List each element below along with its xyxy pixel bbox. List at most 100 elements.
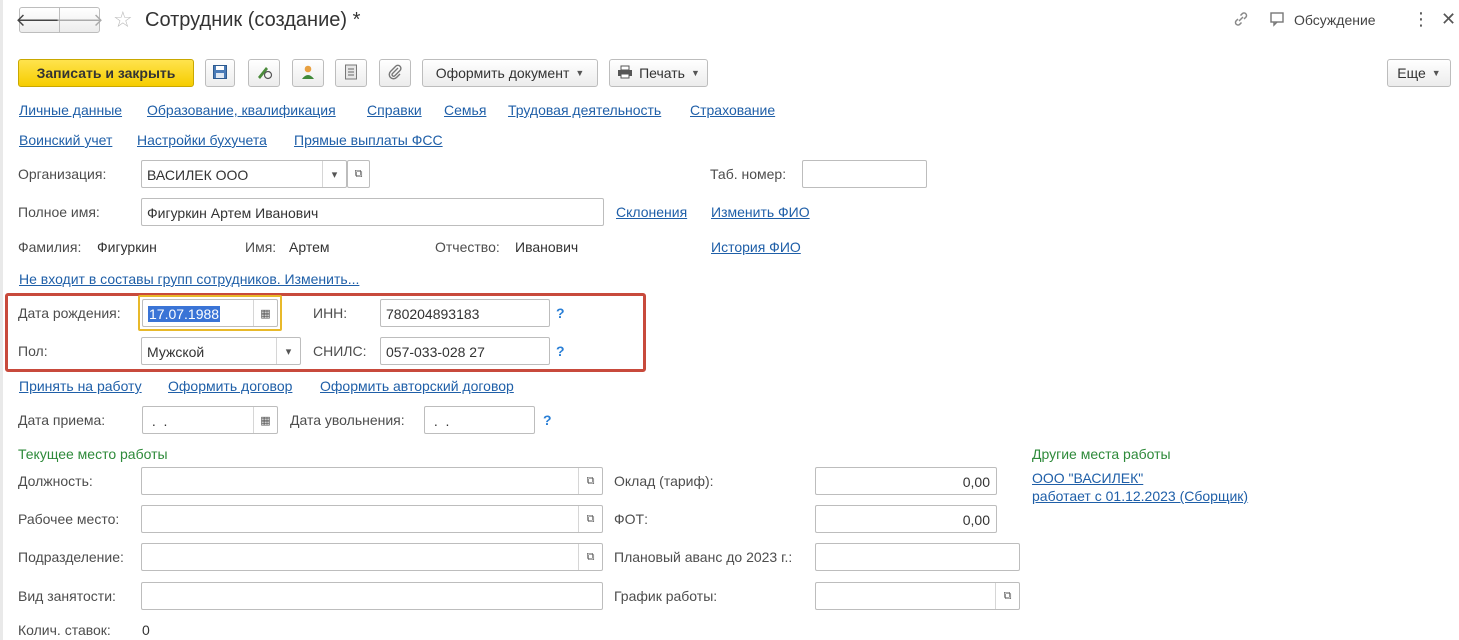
link-icon[interactable] [1232,10,1250,33]
department-label: Подразделение: [18,549,124,565]
salary-field[interactable]: 0,00 [815,467,997,495]
inn-label: ИНН: [313,305,348,321]
open-icon[interactable]: ⧉ [578,468,602,494]
workplace-label: Рабочее место: [18,511,120,527]
post-button[interactable] [248,59,280,87]
open-icon[interactable]: ⧉ [578,506,602,532]
close-icon[interactable]: ✕ [1441,9,1456,29]
list-button[interactable] [335,59,367,87]
dismissal-date-field[interactable]: . . [424,406,535,434]
nav-link-personal-data[interactable]: Личные данные [19,101,122,119]
chevron-down-icon[interactable]: ▾ [322,161,346,187]
name-history-link[interactable]: История ФИО [711,238,801,256]
hire-date-field[interactable]: . . ▦ [142,406,278,434]
nav-link-military[interactable]: Воинский учет [19,131,112,149]
employee-groups-link[interactable]: Не входит в составы групп сотрудников. И… [19,270,359,288]
employment-type-label: Вид занятости: [18,588,116,604]
schedule-label: График работы: [614,588,718,604]
forward-button[interactable]: 🡒 [55,7,104,33]
snils-field[interactable]: 057-033-028 27 [380,337,550,365]
calendar-icon[interactable]: ▦ [253,300,277,326]
employment-type-field[interactable] [141,582,603,610]
more-button[interactable]: Еще ▼ [1387,59,1451,87]
save-and-close-button[interactable]: Записать и закрыть [18,59,194,87]
other-workplace-info-link[interactable]: работает с 01.12.2023 (Сборщик) [1032,487,1248,505]
rate-count-value: 0 [142,622,150,638]
patronymic-label: Отчество: [435,239,500,255]
nav-link-insurance[interactable]: Страхование [690,101,775,119]
page-title: Сотрудник (создание) * [145,9,361,31]
snils-help-icon[interactable]: ? [556,342,565,360]
organization-open-button[interactable]: ⧉ [347,160,370,188]
paperclip-icon [387,64,403,83]
nav-link-work-history[interactable]: Трудовая деятельность [508,101,661,119]
position-field[interactable]: ⧉ [141,467,603,495]
hire-date-label: Дата приема: [18,412,106,428]
surname-value: Фигуркин [97,239,157,255]
printer-icon [617,65,633,82]
advance-field[interactable] [815,543,1020,571]
salary-label: Оклад (тариф): [614,473,714,489]
nav-link-family[interactable]: Семья [444,101,486,119]
arrow-right-icon: 🡒 [55,9,104,30]
nav-link-education[interactable]: Образование, квалификация [147,101,336,119]
save-button[interactable] [205,59,235,87]
chevron-down-icon: ▼ [575,68,585,78]
organization-label: Организация: [18,166,107,182]
floppy-disk-icon [212,64,228,83]
gender-select[interactable]: Мужской ▾ [141,337,301,365]
current-workplace-section: Текущее место работы [18,446,168,462]
document-list-icon [344,64,358,83]
contract-link[interactable]: Оформить договор [168,377,292,395]
inn-field[interactable]: 780204893183 [380,299,550,327]
tab-number-field[interactable] [802,160,927,188]
print-button[interactable]: Печать ▼ [609,59,708,87]
birth-date-field[interactable]: 17.07.1988 ▦ [142,299,278,327]
schedule-field[interactable]: ⧉ [815,582,1020,610]
back-button[interactable]: 🡐 [15,7,64,33]
attach-button[interactable] [379,59,411,87]
open-icon: ⧉ [354,167,363,180]
nav-link-accounting-settings[interactable]: Настройки бухучета [137,131,267,149]
nav-link-certificates[interactable]: Справки [367,101,422,119]
first-name-label: Имя: [245,239,277,255]
organization-field[interactable]: ВАСИЛЕК ООО ▾ [141,160,347,188]
other-workplaces-section: Другие места работы [1032,446,1171,462]
open-icon[interactable]: ⧉ [578,544,602,570]
issue-document-button[interactable]: Оформить документ ▼ [422,59,598,87]
other-workplace-org-link[interactable]: ООО "ВАСИЛЕК" [1032,469,1143,487]
declensions-link[interactable]: Склонения [616,203,687,221]
dismissal-help-icon[interactable]: ? [543,411,552,429]
employee-button[interactable] [292,59,324,87]
chevron-down-icon[interactable]: ▾ [276,338,300,364]
discussion-icon[interactable] [1269,10,1287,33]
inn-help-icon[interactable]: ? [556,304,565,322]
gender-label: Пол: [18,343,48,359]
full-name-label: Полное имя: [18,204,100,220]
calendar-icon[interactable]: ▦ [253,407,277,433]
chevron-down-icon: ▼ [1431,68,1441,78]
chevron-down-icon: ▼ [690,68,700,78]
snils-label: СНИЛС: [313,343,367,359]
nav-link-fss-payments[interactable]: Прямые выплаты ФСС [294,131,443,149]
advance-label: Плановый аванс до 2023 г.: [614,549,793,565]
open-icon[interactable]: ⧉ [995,583,1019,609]
hire-link[interactable]: Принять на работу [19,377,142,395]
author-contract-link[interactable]: Оформить авторский договор [320,377,514,395]
first-name-value: Артем [289,239,330,255]
discussion-link[interactable]: Обсуждение [1294,11,1376,29]
fot-label: ФОТ: [614,511,648,527]
full-name-field[interactable]: Фигуркин Артем Иванович [141,198,604,226]
left-edge-border [0,0,3,640]
dismissal-date-label: Дата увольнения: [290,412,405,428]
user-icon [299,64,317,83]
workplace-field[interactable]: ⧉ [141,505,603,533]
patronymic-value: Иванович [515,239,579,255]
birth-date-label: Дата рождения: [18,305,121,321]
position-label: Должность: [18,473,93,489]
change-name-link[interactable]: Изменить ФИО [711,203,810,221]
star-icon[interactable]: ☆ [113,7,133,33]
department-field[interactable]: ⧉ [141,543,603,571]
more-vertical-icon[interactable]: ⋮ [1412,9,1430,29]
fot-field[interactable]: 0,00 [815,505,997,533]
